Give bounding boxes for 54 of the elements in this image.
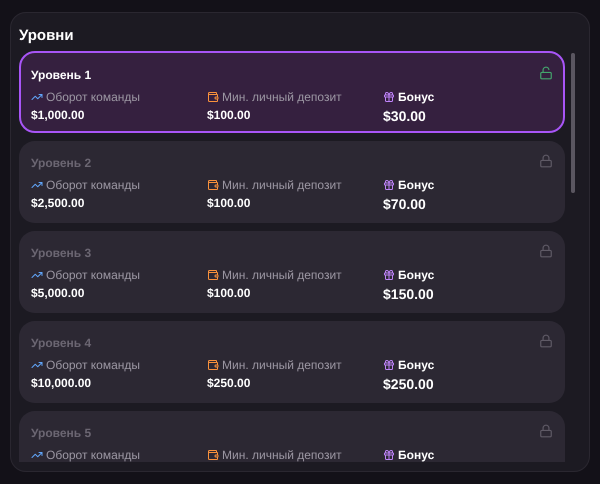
gift-icon xyxy=(383,269,395,281)
wallet-icon xyxy=(207,449,219,461)
level-name: Уровень 3 xyxy=(31,245,92,262)
turnover-label: Оборот команды xyxy=(46,447,140,462)
level-name: Уровень 5 xyxy=(31,425,92,442)
scrollbar-thumb[interactable] xyxy=(571,53,575,193)
bonus-value: $250.00 xyxy=(383,375,435,394)
deposit-label: Мин. личный депозит xyxy=(222,357,342,374)
gift-icon xyxy=(383,179,395,191)
wallet-icon xyxy=(207,91,219,103)
deposit-value: $250.00 xyxy=(207,375,252,392)
turnover-value: $5,000.00 xyxy=(31,285,86,302)
bonus-label: Бонус xyxy=(398,267,434,284)
deposit-label: Мин. личный депозит xyxy=(222,447,342,462)
bonus-label: Бонус xyxy=(398,447,434,462)
deposit-value: $100.00 xyxy=(207,107,252,124)
deposit-label: Мин. личный депозит xyxy=(222,89,342,106)
turnover-value: $1,000.00 xyxy=(31,107,86,124)
gift-icon xyxy=(383,91,395,103)
bonus-value: $30.00 xyxy=(383,107,427,126)
turnover-label: Оборот команды xyxy=(46,89,140,106)
panel-title: Уровни xyxy=(19,26,75,46)
wallet-icon xyxy=(207,359,219,371)
deposit-label: Мин. личный депозит xyxy=(222,177,342,194)
bonus-value: $70.00 xyxy=(383,195,427,214)
deposit-value: $100.00 xyxy=(207,285,252,302)
level-card[interactable]: Уровень 1 Оборот команды $1,000.00 Мин. личный депозит $100.00 Бонус $30.00 xyxy=(19,51,565,133)
bonus-label: Бонус xyxy=(398,89,434,106)
trend-up-icon xyxy=(31,269,43,281)
trend-up-icon xyxy=(31,359,43,371)
turnover-label: Оборот команды xyxy=(46,357,140,374)
turnover-label: Оборот команды xyxy=(46,267,140,284)
level-card[interactable]: Уровень 2 Оборот команды $2,500.00 Мин. личный депозит $100.00 Бонус $70.00 xyxy=(19,141,565,223)
bonus-value: $150.00 xyxy=(383,285,435,304)
level-name: Уровень 1 xyxy=(31,67,92,84)
turnover-value: $10,000.00 xyxy=(31,375,92,392)
wallet-icon xyxy=(207,179,219,191)
level-card[interactable]: Уровень 5 Оборот команды Мин. личный депозит Бонус xyxy=(19,411,565,462)
bonus-label: Бонус xyxy=(398,177,434,194)
gift-icon xyxy=(383,359,395,371)
wallet-icon xyxy=(207,269,219,281)
turnover-label: Оборот команды xyxy=(46,177,140,194)
deposit-value: $100.00 xyxy=(207,195,252,212)
gift-icon xyxy=(383,449,395,461)
level-name: Уровень 4 xyxy=(31,335,92,352)
level-card[interactable]: Уровень 3 Оборот команды $5,000.00 Мин. личный депозит $100.00 Бонус $150.00 xyxy=(19,231,565,313)
trend-up-icon xyxy=(31,91,43,103)
trend-up-icon xyxy=(31,179,43,191)
level-card[interactable]: Уровень 4 Оборот команды $10,000.00 Мин. личный депозит $250.00 Бонус $250.00 xyxy=(19,321,565,403)
deposit-label: Мин. личный депозит xyxy=(222,267,342,284)
turnover-value: $2,500.00 xyxy=(31,195,86,212)
bonus-label: Бонус xyxy=(398,357,434,374)
trend-up-icon xyxy=(31,449,43,461)
level-name: Уровень 2 xyxy=(31,155,92,172)
